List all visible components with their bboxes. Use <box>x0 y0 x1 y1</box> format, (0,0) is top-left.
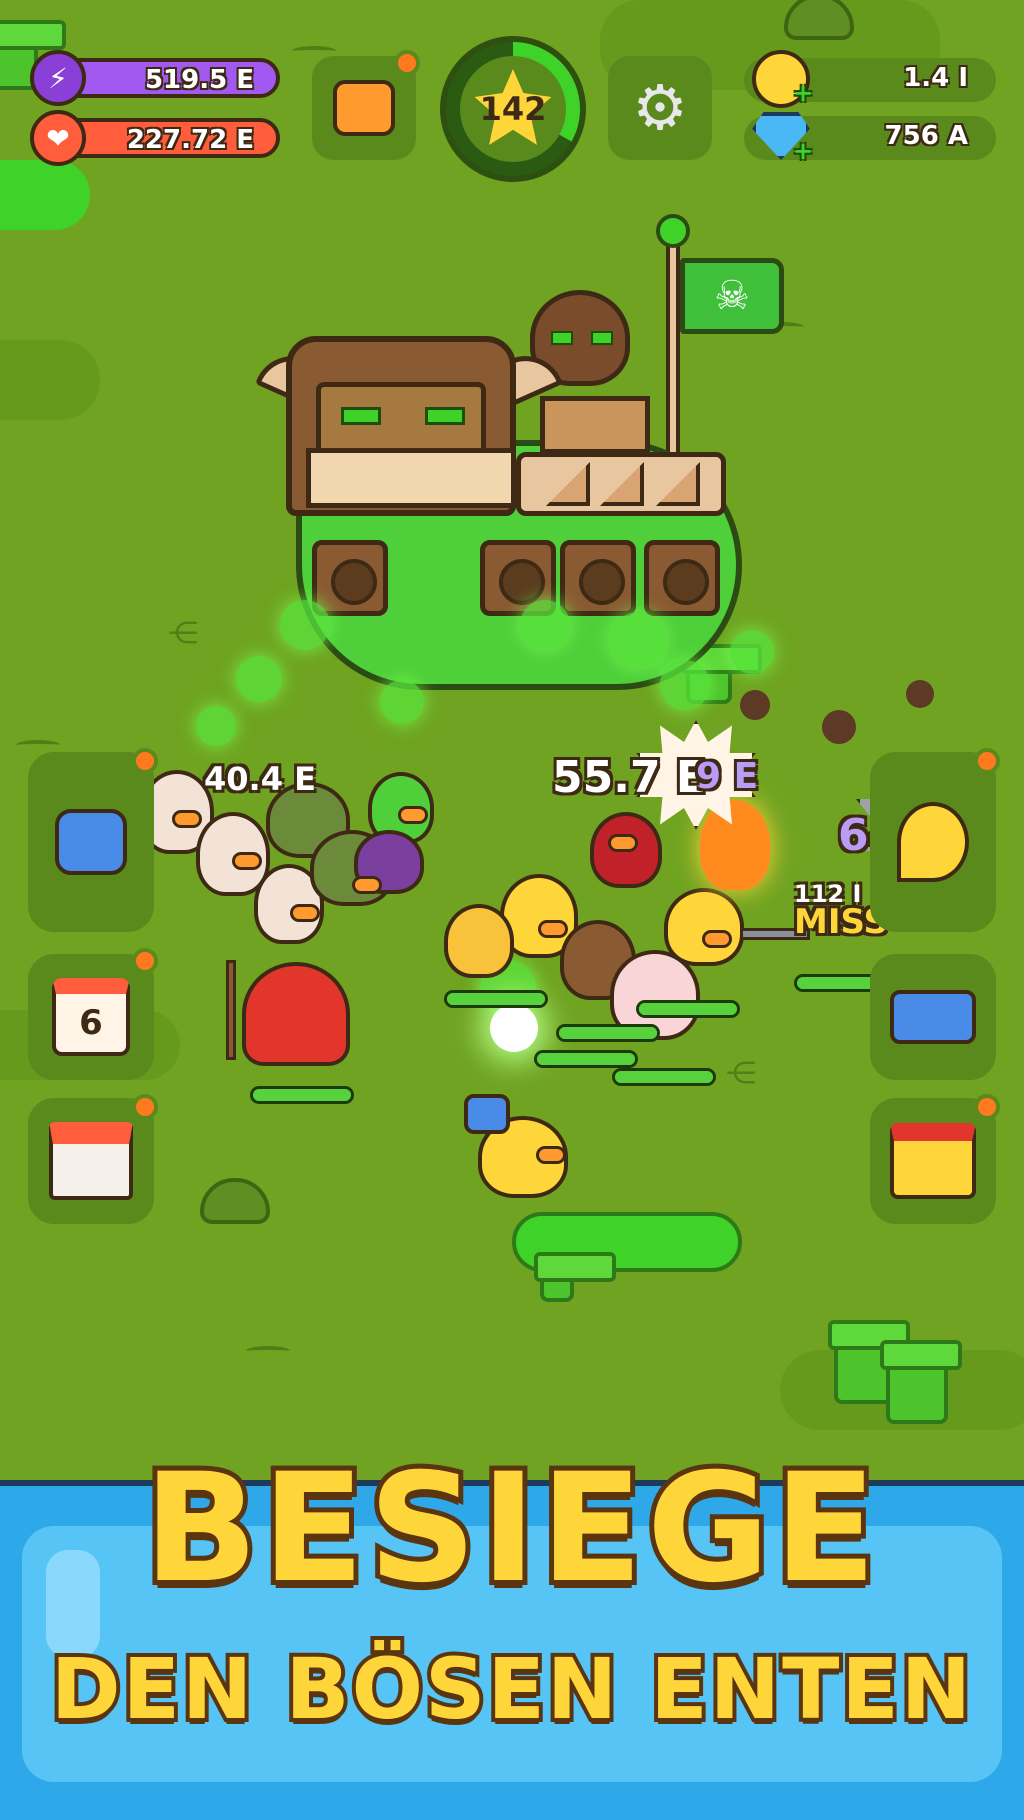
health-value: 227.72 E <box>126 125 254 155</box>
duck-beak <box>538 920 568 938</box>
hp-bar <box>534 1050 638 1068</box>
notification-dot <box>132 948 158 974</box>
bright-grass <box>0 160 90 230</box>
duck-beak <box>172 810 202 828</box>
mossy-rock <box>200 1178 270 1224</box>
duck-beak <box>398 806 428 824</box>
fish-bone-icon: ⋲ <box>726 1056 756 1091</box>
dark-smoke <box>822 710 856 744</box>
banner-subtitle: DEN BÖSEN ENTEN <box>47 1636 975 1742</box>
duck-beak <box>536 1146 566 1164</box>
settings-button[interactable]: ⚙ <box>608 56 712 160</box>
add-gems-button[interactable]: + <box>790 139 816 166</box>
glowing-eye <box>341 407 381 425</box>
hp-bar <box>444 990 548 1008</box>
ship-cannon <box>644 540 720 616</box>
add-coins-button[interactable]: + <box>790 81 816 108</box>
grass-tuft <box>16 740 60 750</box>
mossy-rock <box>784 0 854 40</box>
skull-flag: ☠ <box>680 258 784 334</box>
cowboy-duck-hero[interactable] <box>664 888 744 966</box>
notification-dot <box>974 1094 1000 1120</box>
treasure-chest-button[interactable] <box>870 1098 996 1224</box>
banner-title: BESIEGE <box>139 1437 882 1621</box>
toxic-smoke <box>610 612 666 668</box>
notification-dot <box>394 50 420 76</box>
summon-portal-button[interactable] <box>28 752 154 932</box>
calendar-day: 6 <box>79 1003 103 1043</box>
horn-duck-icon <box>55 809 127 875</box>
backpack-icon <box>333 80 395 136</box>
ship-cannon <box>312 540 388 616</box>
toxic-smoke <box>730 630 774 674</box>
shop-button[interactable] <box>28 1098 154 1224</box>
heart-icon: ❤ <box>30 110 86 166</box>
shop-icon <box>49 1122 133 1200</box>
skull-icon: ☠ <box>714 273 750 319</box>
player-level-badge[interactable]: 142 <box>440 36 586 182</box>
toxic-smoke <box>380 680 424 724</box>
notification-dot <box>132 1094 158 1120</box>
grass-tuft <box>246 1346 290 1356</box>
damage-text: 55.7 E <box>552 752 706 803</box>
gem-value: 756 A <box>884 121 968 151</box>
lightning-icon: ⚡ <box>30 50 86 106</box>
glowing-eye <box>425 407 465 425</box>
ship-bandage <box>306 448 516 508</box>
green-pipe <box>880 1340 962 1424</box>
mailbox-icon <box>890 990 976 1044</box>
dark-smoke <box>906 680 934 708</box>
calendar-button[interactable]: 6 <box>28 954 154 1080</box>
fish-bone-icon: ⋲ <box>168 616 198 651</box>
energy-orb <box>490 1004 538 1052</box>
notification-dot <box>974 748 1000 774</box>
duck-beak <box>232 852 262 870</box>
hp-bar <box>636 1000 740 1018</box>
mailbox-button[interactable] <box>870 954 996 1080</box>
duck-beak <box>352 876 382 894</box>
hp-bar <box>556 1024 660 1042</box>
treasure-chest-icon <box>890 1123 976 1199</box>
grass-tuft <box>292 46 336 56</box>
duck-beak <box>608 834 638 852</box>
boss-throne <box>540 396 650 454</box>
green-pipe <box>534 1252 616 1302</box>
mast-ball <box>656 214 690 248</box>
archer-duck-hero[interactable] <box>444 904 514 978</box>
damage-text: 40.4 E <box>204 760 316 798</box>
toxic-smoke <box>236 656 282 702</box>
energy-value: 519.5 E <box>144 65 254 95</box>
coin-value: 1.4 I <box>903 63 968 93</box>
ground-patch <box>0 340 100 420</box>
gear-icon: ⚙ <box>632 71 688 144</box>
rider-eye <box>551 331 573 345</box>
boss-challenge-button[interactable] <box>870 752 996 932</box>
damage-text: 9 E <box>696 756 759 797</box>
fire-burst <box>700 800 770 890</box>
toxic-smoke <box>196 706 236 746</box>
hp-bar <box>612 1068 716 1086</box>
ship-mast <box>666 236 680 456</box>
notification-dot <box>132 748 158 774</box>
game-field[interactable]: ⋲ ⋲ ☠ 40.4 E 55.7 E 9 E 64 112 I MISS 51… <box>0 0 1024 1480</box>
trumpet-icon <box>464 1094 510 1134</box>
red-wizard-duck[interactable] <box>242 962 350 1066</box>
toxic-smoke <box>520 600 570 650</box>
ship-cannon <box>560 540 636 616</box>
duck-beak <box>702 930 732 948</box>
hp-bar <box>250 1086 354 1104</box>
duck-alert-icon <box>897 802 969 882</box>
duck-beak <box>290 904 320 922</box>
level-inner: 142 <box>460 56 566 162</box>
dark-smoke <box>740 690 770 720</box>
wizard-staff-icon <box>226 960 236 1060</box>
toxic-smoke <box>280 600 330 650</box>
calendar-icon: 6 <box>52 978 130 1056</box>
rider-eye <box>591 331 613 345</box>
level-value: 142 <box>479 90 547 128</box>
toxic-smoke <box>660 660 710 710</box>
